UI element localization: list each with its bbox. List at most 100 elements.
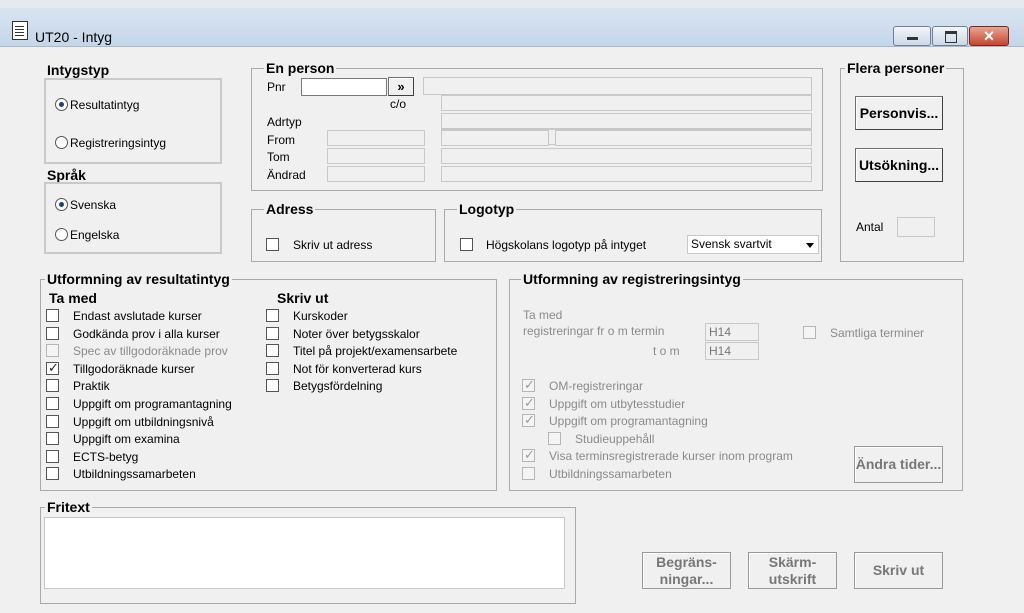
- engelska-radio[interactable]: [55, 228, 68, 241]
- ta-med-item-checkbox[interactable]: [46, 467, 59, 481]
- adress-legend: Adress: [264, 201, 316, 217]
- close-icon: ×: [983, 26, 995, 46]
- andrad-label: Ändrad: [267, 168, 306, 182]
- maximize-button[interactable]: [932, 26, 968, 46]
- ta-med-item-checkbox[interactable]: [46, 344, 59, 358]
- skriv-ut-item-checkbox[interactable]: [266, 309, 279, 322]
- logotyp-legend: Logotyp: [457, 201, 517, 217]
- skriv-ut-item-checkbox[interactable]: [266, 361, 279, 375]
- ta-med-item-label: Tillgodoräknade kurser: [73, 361, 195, 376]
- utformning-registrering-group: Utformning av registreringsintyg Ta med …: [509, 271, 963, 491]
- skriv-ut-item-label: Noter över betygsskalor: [293, 326, 420, 341]
- ta-med-item-checkbox[interactable]: [46, 309, 59, 322]
- from-field: [327, 130, 425, 146]
- reg-option-label: Visa terminsregistrerade kurser inom pro…: [549, 449, 793, 464]
- tom-termin-field: H14: [705, 342, 759, 360]
- skriv-ut-item-checkbox[interactable]: [266, 379, 279, 393]
- pnr-label: Pnr: [267, 80, 286, 94]
- registreringsintyg-radio[interactable]: [55, 136, 68, 149]
- ta-med-item-label: Endast avslutade kurser: [73, 309, 202, 323]
- ta-med-item-checkbox[interactable]: [46, 379, 59, 393]
- from-termin-field: H14: [705, 323, 759, 341]
- ta-med-item-checkbox[interactable]: [46, 360, 59, 376]
- ta-med-item-label: Spec av tillgodoräknade prov: [73, 344, 228, 359]
- window-title: UT20 - Intyg: [35, 29, 113, 45]
- ta-med-item-label: Uppgift om utbildningsnivå: [73, 414, 214, 429]
- postal-code-field: [441, 130, 549, 146]
- skriv-ut-item-label: Not för konverterad kurs: [293, 361, 422, 376]
- reg-option-label: Studieuppehåll: [575, 431, 655, 446]
- reg-option-checkbox[interactable]: [522, 395, 535, 411]
- country-field: [441, 148, 812, 164]
- title-bar[interactable]: UT20 - Intyg ×: [0, 8, 1024, 47]
- svenska-radio[interactable]: [55, 198, 68, 211]
- reg-option-checkbox[interactable]: [522, 412, 535, 428]
- andra-tider-button[interactable]: Ändra tider...: [854, 446, 943, 483]
- logotyp-label: Högskolans logotyp på intyget: [486, 238, 647, 252]
- en-person-group: En person Pnr » c/o Adrtyp From Tom Ändr…: [251, 60, 823, 191]
- reg-ta-med-label: Ta med: [523, 308, 563, 322]
- ta-med-header: Ta med: [49, 290, 97, 306]
- flera-personer-group: Flera personer Personvis... Utsökning...…: [840, 60, 964, 262]
- logotyp-select[interactable]: Svensk svartvit: [687, 235, 819, 254]
- andrad-by-field: [441, 166, 812, 182]
- ta-med-item-checkbox[interactable]: [46, 397, 59, 410]
- chevron-down-icon: [806, 243, 814, 248]
- reg-option-checkbox[interactable]: [522, 377, 535, 393]
- skriv-ut-header: Skriv ut: [277, 290, 329, 306]
- sprak-legend: Språk: [47, 167, 86, 183]
- logotyp-checkbox[interactable]: [460, 238, 473, 251]
- from-termin-label: registreringar fr o m termin: [523, 324, 665, 338]
- registreringsintyg-label: Registreringsintyg: [70, 136, 167, 150]
- postal-city-field: [555, 130, 812, 146]
- ta-med-item-label: Godkända prov i alla kurser: [73, 326, 220, 341]
- close-button[interactable]: ×: [969, 26, 1009, 46]
- skriv-ut-item-label: Kurskoder: [293, 309, 348, 323]
- document-icon: [12, 21, 28, 40]
- reg-option-checkbox[interactable]: [522, 467, 535, 480]
- tom-termin-label: t o m: [653, 344, 680, 358]
- ta-med-item-checkbox[interactable]: [46, 414, 59, 428]
- co-label: c/o: [390, 97, 407, 111]
- skriv-ut-item-checkbox[interactable]: [266, 326, 279, 340]
- ta-med-item-checkbox[interactable]: [46, 449, 59, 463]
- skriv-ut-item-checkbox[interactable]: [266, 344, 279, 358]
- pnr-input[interactable]: [301, 78, 387, 96]
- reg-option-label: OM-registreringar: [549, 379, 644, 393]
- sprak-box: Svenska Engelska: [44, 182, 222, 254]
- skriv-ut-adress-checkbox[interactable]: [266, 238, 279, 251]
- samtliga-terminer-label: Samtliga terminer: [830, 326, 925, 340]
- utformning-resultat-group: Utformning av resultatintyg Ta med Endas…: [40, 271, 497, 491]
- utsokning-button[interactable]: Utsökning...: [855, 148, 943, 182]
- engelska-label: Engelska: [70, 228, 120, 242]
- reg-option-checkbox[interactable]: [548, 431, 561, 445]
- antal-label: Antal: [856, 220, 884, 234]
- ta-med-item-label: Uppgift om examina: [73, 432, 180, 447]
- samtliga-terminer-checkbox[interactable]: [803, 326, 816, 339]
- ta-med-item-label: Utbildningssamarbeten: [73, 467, 196, 482]
- minimize-button[interactable]: [893, 26, 931, 46]
- fritext-legend: Fritext: [45, 499, 92, 515]
- ta-med-item-label: Praktik: [73, 379, 110, 394]
- co-field: [441, 95, 812, 111]
- utformning-registrering-legend: Utformning av registreringsintyg: [521, 271, 743, 287]
- andrad-field: [327, 166, 425, 182]
- ta-med-item-checkbox[interactable]: [46, 326, 59, 340]
- resultatintyg-radio[interactable]: [55, 98, 68, 111]
- personvis-button[interactable]: Personvis...: [855, 96, 943, 130]
- pnr-go-button[interactable]: »: [388, 77, 414, 96]
- from-label: From: [267, 133, 295, 147]
- reg-option-checkbox[interactable]: [522, 447, 535, 463]
- person-name-field: [423, 77, 812, 95]
- background-window-strip: [0, 0, 1024, 8]
- tom-label: Tom: [267, 150, 290, 164]
- fritext-textarea[interactable]: [44, 517, 565, 589]
- begransningar-button[interactable]: Begräns- ningar...: [642, 552, 731, 589]
- skriv-ut-button[interactable]: Skriv ut: [854, 552, 943, 589]
- reg-option-label: Uppgift om programantagning: [549, 414, 708, 429]
- ta-med-item-checkbox[interactable]: [46, 432, 59, 446]
- intygstyp-box: Resultatintyg Registreringsintyg: [44, 78, 222, 164]
- flera-personer-legend: Flera personer: [845, 60, 947, 76]
- skarmutskrift-button[interactable]: Skärm- utskrift: [748, 552, 837, 589]
- skriv-ut-adress-label: Skriv ut adress: [293, 238, 373, 252]
